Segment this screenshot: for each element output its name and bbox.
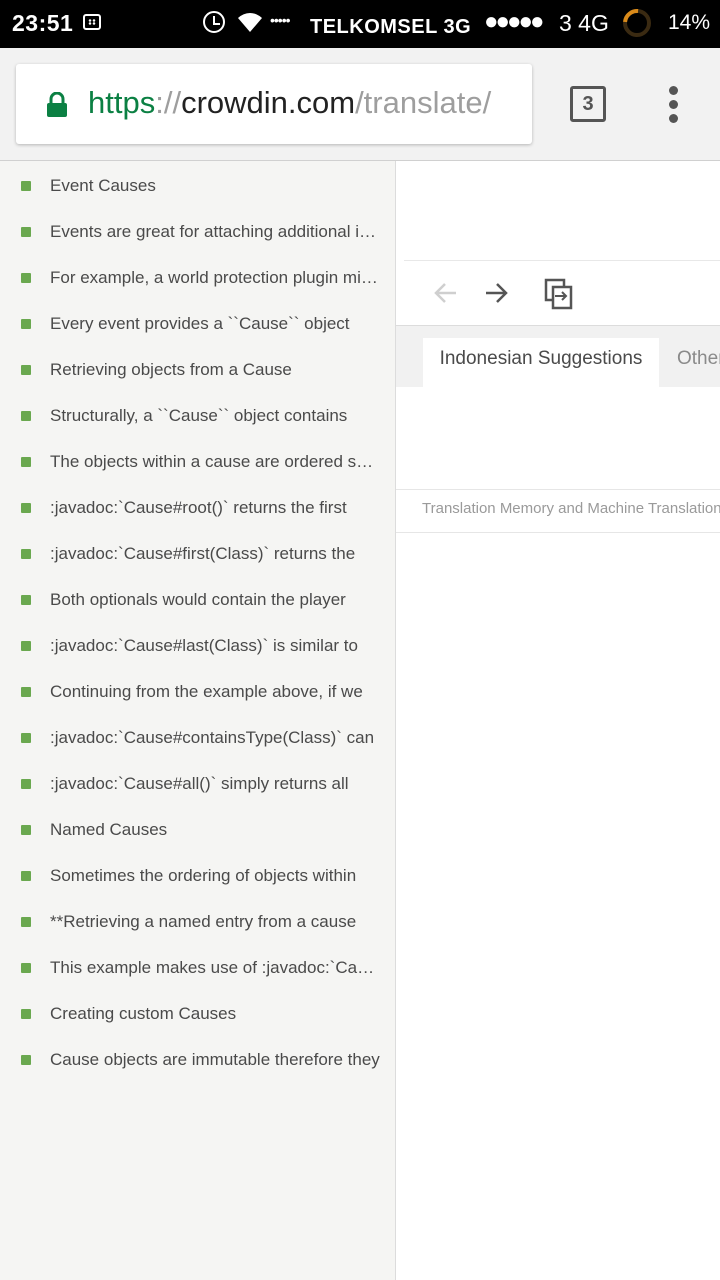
string-list-item[interactable]: Named Causes [0,805,395,851]
string-list-item-text: Every event provides a ``Cause`` object [50,314,350,333]
string-list-item[interactable]: Event Causes [0,161,395,207]
status-bullet-icon [21,319,31,329]
carrier-label: TELKOMSEL 3G [310,16,472,36]
battery-icon [623,9,651,37]
tab-indonesian-suggestions[interactable]: Indonesian Suggestions [423,338,659,387]
string-list-item-text: The objects within a cause are ordered s… [50,452,380,471]
string-list-item[interactable]: Structurally, a ``Cause`` object contain… [0,391,395,437]
status-bullet-icon [21,1009,31,1019]
string-list-item-text: Named Causes [50,820,168,839]
string-list-item-text: **Retrieving a named entry from a cause [50,912,357,931]
tm-mt-label: Translation Memory and Machine Translati… [422,500,720,517]
wifi-icon [236,10,264,39]
status-bullet-icon [21,273,31,283]
string-list-item[interactable]: Events are great for attaching additiona… [0,207,395,253]
editor-panel: Indonesian Suggestions Other Languages T… [396,161,720,1280]
divider [396,532,720,533]
network-type: 3 4G [559,10,609,36]
string-list-item[interactable]: :javadoc:`Cause#all()` simply returns al… [0,759,395,805]
string-list-item[interactable]: **Retrieving a named entry from a cause [0,897,395,943]
url-host: crowdin.com [181,85,356,120]
status-bullet-icon [21,181,31,191]
string-list-item[interactable]: :javadoc:`Cause#root()` returns the firs… [0,483,395,529]
string-list-item[interactable]: For example, a world protection plugin m… [0,253,395,299]
strings-list-panel: Event Causes Events are great for attachi… [0,161,396,1280]
strings-list: Event Causes Events are great for attachi… [0,161,395,1081]
status-bullet-icon [21,365,31,375]
status-bar: 23:51 ••••• TELKOMSEL 3G ●●●●● 3 4G 14% [0,0,720,48]
string-list-item-text: :javadoc:`Cause#containsType(Class)` can [50,728,375,747]
bbm-icon [83,14,101,30]
string-list-item-text: Events are great for attaching additiona… [50,222,380,241]
status-bullet-icon [21,595,31,605]
status-bullet-icon [21,687,31,697]
status-bullet-icon [21,963,31,973]
status-bullet-icon [21,457,31,467]
string-list-item[interactable]: Retrieving objects from a Cause [0,345,395,391]
string-list-item-text: Continuing from the example above, if we [50,682,363,701]
status-bullet-icon [21,825,31,835]
status-bullet-icon [21,641,31,651]
string-list-item[interactable]: Every event provides a ``Cause`` object [0,299,395,345]
string-list-item-text: Sometimes the ordering of objects within [50,866,357,885]
string-list-item-text: :javadoc:`Cause#all()` simply returns al… [50,774,349,793]
string-list-item-text: Retrieving objects from a Cause [50,360,292,379]
url-scheme: https [88,85,156,120]
copy-source-icon[interactable] [544,278,574,315]
tab-switcher-button[interactable]: 3 [570,86,606,122]
status-bullet-icon [21,1055,31,1065]
suggestions-tabs: Indonesian Suggestions Other Languages [396,325,720,387]
status-bullet-icon [21,733,31,743]
string-list-item-text: :javadoc:`Cause#first(Class)` returns th… [50,544,356,563]
string-list-item-text: :javadoc:`Cause#root()` returns the firs… [50,498,347,517]
previous-string-arrow-icon[interactable] [432,279,460,312]
string-list-item[interactable]: Continuing from the example above, if we [0,667,395,713]
browser-toolbar: https://crowdin.com/translate/ 3 [0,48,720,161]
alarm-icon [203,11,225,33]
string-list-item[interactable]: :javadoc:`Cause#containsType(Class)` can [0,713,395,759]
status-time: 23:51 [12,10,74,36]
status-bullet-icon [21,227,31,237]
string-list-item[interactable]: :javadoc:`Cause#last(Class)` is similar … [0,621,395,667]
overflow-menu-icon[interactable] [664,86,684,126]
address-bar[interactable]: https://crowdin.com/translate/ [16,64,532,144]
tab-other-languages[interactable]: Other Languages [677,338,720,380]
string-list-item-text: Event Causes [50,176,156,195]
string-list-item[interactable]: The objects within a cause are ordered s… [0,437,395,483]
string-list-item[interactable]: Cause objects are immutable therefore th… [0,1035,395,1081]
string-list-item-text: For example, a world protection plugin m… [50,268,380,287]
notification-dots: ••••• [270,12,290,28]
url-path: /translate/ [355,85,492,120]
string-list-item[interactable]: Sometimes the ordering of objects within [0,851,395,897]
string-list-item[interactable]: This example makes use of :javadoc:`Caus… [0,943,395,989]
status-bullet-icon [21,411,31,421]
string-list-item[interactable]: :javadoc:`Cause#first(Class)` returns th… [0,529,395,575]
lock-icon [46,91,68,123]
status-bullet-icon [21,917,31,927]
string-list-item-text: This example makes use of :javadoc:`Caus… [50,958,380,977]
toolbar-divider [404,260,720,261]
status-bullet-icon [21,779,31,789]
status-bullet-icon [21,871,31,881]
url-text[interactable]: https://crowdin.com/translate/ [88,85,491,121]
string-list-item-text: Creating custom Causes [50,1004,237,1023]
string-list-item[interactable]: Both optionals would contain the player [0,575,395,621]
string-list-item-text: :javadoc:`Cause#last(Class)` is similar … [50,636,358,655]
next-string-arrow-icon[interactable] [482,279,510,312]
url-separator: :// [155,85,182,120]
string-list-item[interactable]: Creating custom Causes [0,989,395,1035]
signal-strength: ●●●●● [484,8,545,35]
string-list-item-text: Structurally, a ``Cause`` object contain… [50,406,348,425]
status-bullet-icon [21,549,31,559]
status-bullet-icon [21,503,31,513]
battery-percent: 14% [668,11,711,34]
string-list-item-text: Both optionals would contain the player [50,590,346,609]
divider [396,489,720,490]
string-list-item-text: Cause objects are immutable therefore th… [50,1050,380,1069]
